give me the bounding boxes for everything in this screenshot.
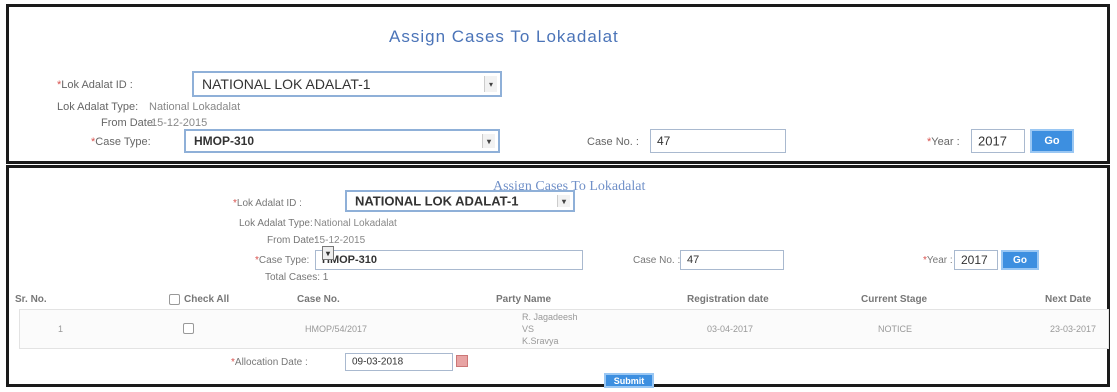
cell-case-no: HMOP/54/2017	[305, 324, 368, 334]
cell-sr-no: 1	[58, 324, 64, 334]
from-date-label: From Date:	[267, 235, 318, 246]
case-type-select[interactable]: HMOP-310 ▾	[315, 246, 583, 270]
cell-party-name-line3: K.Sravya	[522, 336, 559, 346]
from-date-value: 15-12-2015	[314, 235, 366, 246]
case-type-label: *Case Type:	[255, 255, 310, 266]
check-all-checkbox[interactable]	[169, 294, 180, 305]
column-header-party-name: Party Name	[496, 294, 552, 305]
year-label: *Year :	[923, 255, 953, 266]
lok-adalat-type-value: National Lokadalat	[314, 218, 397, 229]
cell-registration-date: 03-04-2017	[707, 324, 754, 334]
total-cases-label: Total Cases: 1	[265, 272, 329, 283]
allocation-date-label: *Allocation Date :	[231, 357, 308, 368]
bottom-assign-form: Assign Cases To Lokadalat *Lok Adalat ID…	[6, 165, 1110, 388]
page-title: Assign Cases To Lokadalat	[389, 27, 619, 46]
top-assign-form: Assign Cases To Lokadalat *Lok Adalat ID…	[6, 4, 1110, 164]
cell-party-name-line2: VS	[522, 324, 535, 334]
calendar-icon[interactable]	[456, 355, 468, 367]
case-type-label: *Case Type:	[91, 136, 151, 148]
year-label: *Year :	[927, 136, 960, 148]
chevron-down-icon: ▾	[557, 195, 570, 207]
go-button[interactable]: Go	[1030, 129, 1074, 153]
lok-adalat-id-label: *Lok Adalat ID :	[57, 79, 133, 91]
year-input[interactable]: 2017	[954, 250, 998, 270]
lok-adalat-id-label: *Lok Adalat ID :	[233, 198, 302, 209]
lok-adalat-type-label: Lok Adalat Type:	[57, 101, 139, 113]
year-input[interactable]: 2017	[971, 129, 1025, 153]
row-select-checkbox[interactable]	[183, 323, 194, 334]
case-type-select[interactable]: HMOP-310 ▾	[184, 129, 500, 153]
lok-adalat-id-select[interactable]: NATIONAL LOK ADALAT-1 ▾	[345, 190, 575, 212]
chevron-down-icon: ▾	[322, 246, 334, 260]
from-date-value: 15-12-2015	[151, 117, 208, 129]
lok-adalat-type-value: National Lokadalat	[149, 101, 241, 113]
case-no-input[interactable]: 47	[680, 250, 784, 270]
cell-current-stage: NOTICE	[878, 324, 913, 334]
column-header-check-all: Check All	[184, 294, 230, 305]
cell-next-date: 23-03-2017	[1050, 324, 1097, 334]
column-header-sr-no: Sr. No.	[15, 294, 47, 305]
table-row: 1 HMOP/54/2017 R. Jagadeesh VS K.Sravya …	[19, 309, 1109, 349]
allocation-date-input[interactable]: 09-03-2018	[345, 353, 453, 371]
chevron-down-icon: ▾	[482, 134, 495, 148]
from-date-label: From Date:	[101, 117, 157, 129]
chevron-down-icon: ▾	[484, 76, 497, 92]
go-button[interactable]: Go	[1001, 250, 1039, 270]
case-no-label: Case No. :	[633, 255, 681, 266]
column-header-case-no: Case No.	[297, 294, 340, 305]
lok-adalat-type-label: Lok Adalat Type:	[239, 218, 313, 229]
lok-adalat-id-select[interactable]: NATIONAL LOK ADALAT-1 ▾	[192, 71, 502, 97]
submit-button[interactable]: Submit	[604, 373, 654, 388]
cell-party-name-line1: R. Jagadeesh	[522, 312, 578, 322]
column-header-registration-date: Registration date	[687, 294, 769, 305]
case-no-input[interactable]: 47	[650, 129, 786, 153]
column-header-current-stage: Current Stage	[861, 294, 928, 305]
column-header-next-date: Next Date	[1045, 294, 1092, 305]
case-no-label: Case No. :	[587, 136, 639, 148]
